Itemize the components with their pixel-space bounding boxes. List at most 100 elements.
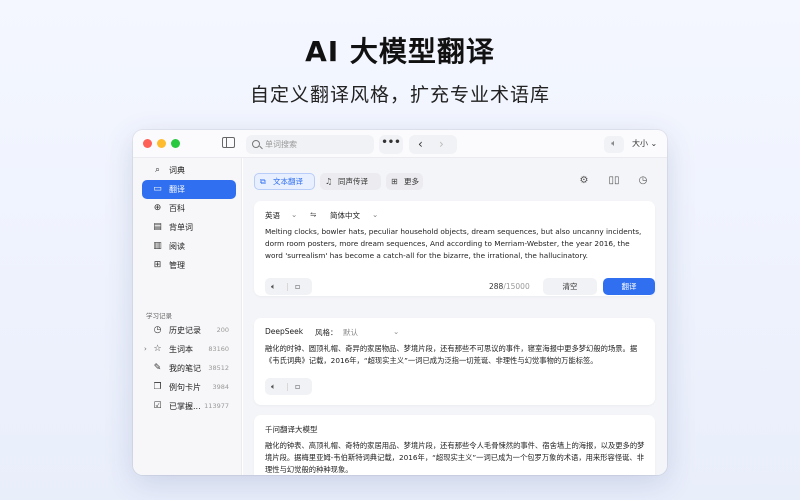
item-count: 200: [216, 326, 229, 334]
section-title-learning-records: 学习记录: [146, 312, 172, 320]
sidebar: ⌕ 词典 ▭ 翻译 ⊕ 百科 ▤ 背单词 ▥ 阅读 ⊞ 管理 学习记录 ◷ 历史…: [133, 158, 242, 475]
book-icon: ▤: [153, 222, 162, 232]
clock-icon: ◷: [153, 325, 162, 335]
tab-label: 更多: [404, 177, 419, 186]
copy-icon[interactable]: ▫: [295, 278, 300, 295]
clear-button[interactable]: 清空: [543, 278, 597, 295]
check-calendar-icon: ☑: [153, 401, 162, 411]
result-card-qwen: 千问翻译大模型 融化的钟表、高顶礼帽、奇特的家居用品、梦境片段，还有那些令人毛骨…: [254, 415, 655, 475]
zoom-window-button[interactable]: [171, 139, 180, 148]
sidebar-item-translate[interactable]: ▭ 翻译: [142, 180, 236, 199]
chevron-down-icon: ⌄: [650, 139, 658, 148]
source-text-area[interactable]: Melting clocks, bowler hats, peculiar ho…: [265, 226, 645, 262]
tab-text-translate[interactable]: ⧉ 文本翻译: [254, 173, 315, 190]
character-count: 288/15000: [489, 282, 530, 291]
navigation-buttons: ‹ ›: [409, 135, 457, 154]
sidebar-item-label: 百科: [169, 204, 185, 213]
main-panel: ⧉ 文本翻译 ♫ 同声传译 ⊞ 更多 ⚙ ▯▯ ◷ 英语 ⌄ ⇋ 简体中文 ⌄: [243, 158, 667, 475]
speaker-icon[interactable]: 🔈︎: [271, 278, 276, 295]
tab-simultaneous-interpretation[interactable]: ♫ 同声传译: [320, 173, 381, 190]
sidebar-item-label: 背单词: [169, 223, 193, 232]
search-placeholder: 单词搜索: [265, 140, 297, 149]
engine-name: DeepSeek: [265, 327, 304, 336]
sidebar-item-mastered[interactable]: ☑ 已掌握... 113977: [142, 397, 236, 416]
item-count: 113977: [204, 402, 229, 410]
sidebar-item-manage[interactable]: ⊞ 管理: [142, 256, 236, 275]
sidebar-item-vocabulary[interactable]: ▤ 背单词: [142, 218, 236, 237]
star-icon: ☆: [153, 344, 162, 354]
pen-icon: ✎: [153, 363, 162, 373]
translate-button[interactable]: 翻译: [603, 278, 655, 295]
sidebar-item-sentence-cards[interactable]: ❐ 例句卡片 3984: [142, 378, 236, 397]
style-select[interactable]: 默认: [343, 327, 358, 338]
chevron-down-icon[interactable]: ⌄: [393, 327, 399, 336]
history-clock-icon[interactable]: ◷: [637, 175, 649, 187]
item-count: 83160: [208, 345, 229, 353]
sidebar-item-label: 词典: [169, 166, 185, 175]
more-grid-icon: ⊞: [391, 177, 398, 186]
sidebar-item-label: 管理: [169, 261, 185, 270]
char-count-max: /15000: [503, 282, 530, 291]
globe-icon: ⊕: [153, 203, 162, 213]
more-options-button[interactable]: •••: [379, 135, 403, 154]
sidebar-item-notes[interactable]: ✎ 我的笔记 38512: [142, 359, 236, 378]
result-audio-controls: 🔈︎ | ▫: [265, 378, 312, 395]
open-book-icon[interactable]: ▯▯: [608, 175, 620, 187]
hero-title: AI 大模型翻译: [305, 35, 495, 68]
item-count: 3984: [212, 383, 229, 391]
font-size-label: 大小: [632, 139, 648, 148]
source-language-select[interactable]: 英语: [265, 210, 280, 221]
char-count-current: 288: [489, 282, 504, 291]
sidebar-item-label: 已掌握...: [169, 402, 201, 411]
titlebar: 单词搜索 ••• ‹ › 🔈︎ 大小 ⌄: [133, 130, 667, 158]
document-icon: ▥: [153, 241, 162, 251]
sidebar-item-label: 历史记录: [169, 326, 201, 335]
tab-more[interactable]: ⊞ 更多: [386, 173, 423, 190]
source-card-footer: 🔈︎ | ▫ 288/15000 清空 翻译: [265, 278, 655, 296]
engine-name: 千问翻译大模型: [265, 425, 318, 434]
sidebar-item-encyclopedia[interactable]: ⊕ 百科: [142, 199, 236, 218]
app-window: 单词搜索 ••• ‹ › 🔈︎ 大小 ⌄ ⌕ 词典 ▭ 翻译 ⊕ 百科 ▤ 背单…: [133, 130, 667, 475]
cards-icon: ❐: [153, 382, 162, 392]
sidebar-item-reading[interactable]: ▥ 阅读: [142, 237, 236, 256]
result-card-deepseek: DeepSeek 风格： 默认 ⌄ 融化的时钟、圆顶礼帽、奇异的家居物品、梦境片…: [254, 318, 655, 405]
tab-label: 同声传译: [338, 177, 368, 186]
sidebar-item-wordbook[interactable]: › ☆ 生词本 83160: [142, 340, 236, 359]
source-input-card: 英语 ⌄ ⇋ 简体中文 ⌄ Melting clocks, bowler hat…: [254, 201, 655, 296]
sidebar-item-label: 翻译: [169, 185, 185, 194]
sidebar-item-label: 阅读: [169, 242, 185, 251]
speaker-icon[interactable]: 🔈︎: [604, 136, 624, 153]
item-count: 38512: [208, 364, 229, 372]
tab-label: 文本翻译: [273, 177, 303, 186]
translation-result-text: 融化的时钟、圆顶礼帽、奇异的家居物品、梦境片段，还有那些不可思议的事件，寝室海报…: [265, 344, 638, 365]
audio-wave-icon: ♫: [325, 177, 333, 186]
sidebar-item-label: 我的笔记: [169, 364, 201, 373]
sidebar-toggle-icon[interactable]: [222, 137, 235, 148]
font-size-dropdown[interactable]: 大小 ⌄: [632, 138, 657, 149]
grid-icon: ⊞: [153, 260, 162, 270]
divider: |: [286, 382, 289, 391]
forward-arrow-icon[interactable]: ›: [439, 137, 444, 151]
target-language-select[interactable]: 简体中文: [330, 210, 360, 221]
speaker-icon[interactable]: 🔈︎: [271, 378, 276, 395]
sidebar-item-label: 例句卡片: [169, 383, 201, 392]
swap-languages-icon[interactable]: ⇋: [310, 210, 316, 219]
chevron-right-icon[interactable]: ›: [144, 340, 147, 359]
back-arrow-icon[interactable]: ‹: [418, 137, 423, 151]
settings-icon[interactable]: ⚙: [578, 175, 590, 187]
sidebar-item-dictionary[interactable]: ⌕ 词典: [142, 161, 236, 180]
divider: |: [286, 282, 289, 291]
tabs-bar: ⧉ 文本翻译 ♫ 同声传译 ⊞ 更多 ⚙ ▯▯ ◷: [243, 158, 667, 194]
source-audio-controls: 🔈︎ | ▫: [265, 278, 312, 295]
source-language-chevron-icon[interactable]: ⌄: [291, 210, 297, 219]
search-input[interactable]: 单词搜索: [246, 135, 374, 154]
minimize-window-button[interactable]: [157, 139, 166, 148]
sidebar-item-history[interactable]: ◷ 历史记录 200: [142, 321, 236, 340]
copy-icon[interactable]: ▫: [295, 378, 300, 395]
target-language-chevron-icon[interactable]: ⌄: [372, 210, 378, 219]
hero-subtitle: 自定义翻译风格，扩充专业术语库: [249, 84, 550, 106]
sidebar-item-label: 生词本: [169, 345, 193, 354]
search-icon: ⌕: [154, 165, 161, 175]
translation-result-text: 融化的钟表、高顶礼帽、奇特的家居用品、梦境片段，还有那些令人毛骨悚然的事件、宿舍…: [265, 441, 645, 474]
close-window-button[interactable]: [143, 139, 152, 148]
